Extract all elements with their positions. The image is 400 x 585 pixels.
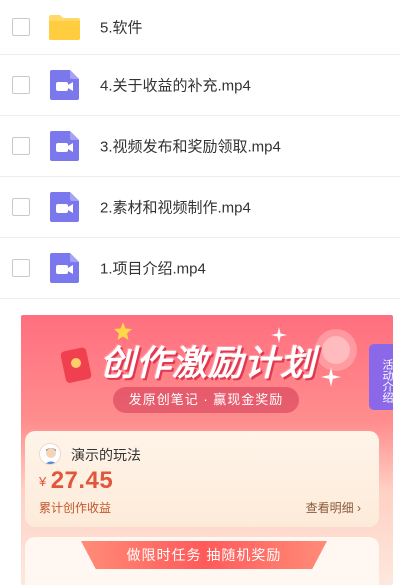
file-row-video[interactable]: 3.视频发布和奖励领取.mp4 bbox=[0, 116, 400, 177]
video-file-icon bbox=[50, 131, 79, 161]
task-panel: 做限时任务 抽随机奖励 bbox=[25, 537, 379, 585]
earnings-label: 累计创作收益 bbox=[39, 501, 112, 515]
avatar[interactable] bbox=[39, 443, 61, 465]
file-row-folder-software[interactable]: 5.软件 bbox=[0, 0, 400, 55]
row-checkbox[interactable] bbox=[12, 198, 30, 216]
video-file-icon bbox=[50, 253, 79, 283]
currency-symbol: ¥ bbox=[39, 474, 47, 489]
video-file-icon bbox=[50, 70, 79, 100]
video-file-icon bbox=[50, 192, 79, 222]
row-checkbox[interactable] bbox=[12, 76, 30, 94]
limited-task-button[interactable]: 做限时任务 抽随机奖励 bbox=[81, 541, 327, 569]
file-row-video[interactable]: 1.项目介绍.mp4 bbox=[0, 238, 400, 299]
row-checkbox[interactable] bbox=[12, 137, 30, 155]
file-name[interactable]: 4.关于收益的补充.mp4 bbox=[100, 75, 251, 96]
promo-subtitle: 发原创笔记 · 赢现金奖励 bbox=[113, 387, 299, 413]
row-checkbox[interactable] bbox=[12, 259, 30, 277]
row-checkbox[interactable] bbox=[12, 18, 30, 36]
file-list: 5.软件 4.关于收益的补充.mp4 3.视频发布和奖励领取.mp4 2.素材和… bbox=[0, 0, 400, 299]
promo-title: 创作激励计划 bbox=[99, 344, 316, 384]
earnings-amount: ¥ 27.45 bbox=[39, 467, 113, 495]
file-name[interactable]: 1.项目介绍.mp4 bbox=[100, 258, 206, 279]
file-name[interactable]: 3.视频发布和奖励领取.mp4 bbox=[100, 136, 281, 157]
file-name[interactable]: 5.软件 bbox=[100, 17, 143, 38]
earnings-value: 27.45 bbox=[50, 467, 114, 494]
file-row-video[interactable]: 2.素材和视频制作.mp4 bbox=[0, 177, 400, 238]
file-row-video[interactable]: 4.关于收益的补充.mp4 bbox=[0, 55, 400, 116]
earnings-card: 演示的玩法 ¥ 27.45 累计创作收益 查看明细 › bbox=[25, 431, 379, 527]
folder-icon bbox=[49, 15, 80, 40]
activity-intro-tab[interactable]: 活动介绍 bbox=[369, 344, 393, 410]
view-details-link[interactable]: 查看明细 › bbox=[306, 499, 361, 516]
user-name: 演示的玩法 bbox=[71, 447, 141, 463]
user-avatar-icon bbox=[45, 448, 57, 464]
file-name[interactable]: 2.素材和视频制作.mp4 bbox=[100, 197, 251, 218]
creator-incentive-banner: 创作激励计划 发原创笔记 · 赢现金奖励 活动介绍 演示的玩法 ¥ 27.45 … bbox=[21, 315, 393, 585]
